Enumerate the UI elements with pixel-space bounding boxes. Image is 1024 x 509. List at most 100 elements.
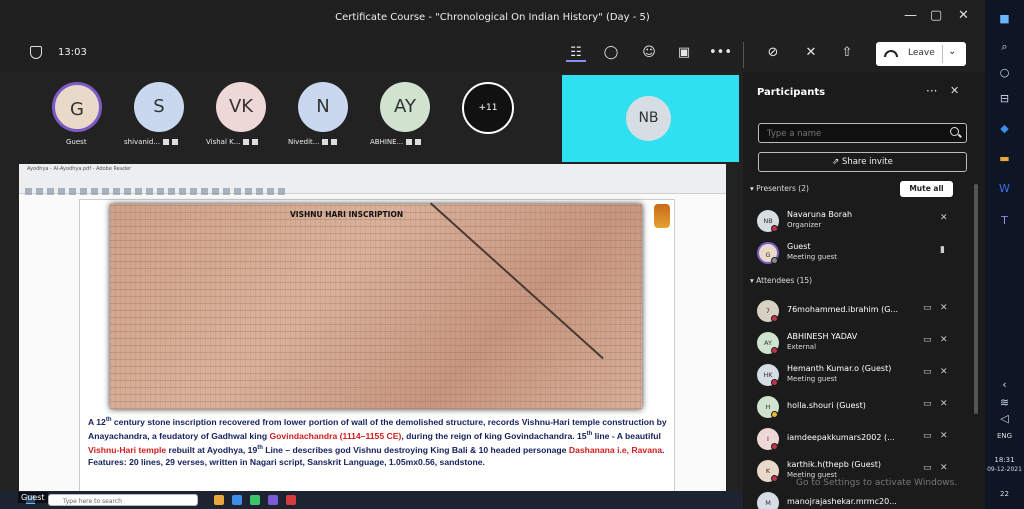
camera-off-icon: ▭	[923, 303, 932, 313]
window-title: Certificate Course - "Chronological On I…	[335, 12, 650, 23]
participant-role: Meeting guest	[787, 253, 838, 261]
taskbar-search: Type here to search	[48, 494, 198, 506]
desc-highlight: Govindachandra (1114–1155 CE)	[269, 430, 402, 441]
clock-time[interactable]: 18:31	[985, 456, 1024, 464]
status-dot	[771, 475, 778, 482]
attendees-label: Attendees (15)	[756, 276, 813, 285]
avatar: AY	[380, 82, 430, 132]
chevron-down-icon[interactable]: ⌄	[948, 46, 956, 57]
desc-text: , during the reign of king Govindachandr…	[401, 430, 587, 441]
participant-tile[interactable]: N	[298, 82, 348, 132]
participant-row[interactable]: 7 76mohammed.ibrahim (G... ▭ ✕	[757, 298, 967, 328]
participant-name: manojrajashekar.mrmc20...	[787, 497, 897, 506]
windows-start-icon[interactable]: ■	[997, 12, 1012, 26]
attendees-section[interactable]: ▾ Attendees (15)	[750, 276, 812, 285]
inscription-description: A 12th century stone inscription recover…	[88, 414, 668, 468]
mute-all-button[interactable]: Mute all	[900, 181, 953, 197]
leave-label: Leave	[908, 48, 935, 58]
reactions-icon[interactable]: ☺	[639, 44, 659, 62]
chat-icon[interactable]: ◯	[601, 44, 621, 62]
participant-row[interactable]: H holla.shouri (Guest) ▭ ✕	[757, 394, 967, 424]
leave-button[interactable]: Leave ⌄	[876, 42, 966, 66]
status-dot	[771, 257, 778, 264]
edge-icon[interactable]: ◆	[997, 122, 1012, 136]
mic-off-icon: ✕	[940, 303, 948, 313]
avatar: VK	[216, 82, 266, 132]
participant-caption: Vishal K...	[206, 138, 259, 146]
volume-icon[interactable]: ◁	[997, 412, 1012, 426]
meeting-time: 13:03	[58, 47, 87, 58]
mic-off-icon[interactable]: ✕	[801, 44, 821, 62]
reader-tools	[25, 180, 625, 195]
teams-icon[interactable]: T	[997, 214, 1012, 228]
inscription-title: VISHNU HARI INSCRIPTION	[290, 210, 404, 219]
task-view-icon[interactable]: ⊟	[997, 92, 1012, 106]
avatar: M	[757, 492, 779, 509]
teams-meeting-window: Certificate Course - "Chronological On I…	[0, 0, 1024, 509]
camera-off-icon: ▭	[923, 367, 932, 377]
participant-tile[interactable]: S	[134, 82, 184, 132]
participant-tile[interactable]: AY	[380, 82, 430, 132]
panel-scrollbar[interactable]	[974, 184, 978, 414]
close-icon[interactable]: ✕	[950, 84, 959, 97]
rooms-icon[interactable]: ▣	[674, 44, 694, 62]
more-options-icon[interactable]: ···	[926, 84, 937, 98]
people-icon[interactable]: ☷	[566, 44, 586, 62]
camera-off-icon[interactable]: ⊘	[763, 44, 783, 62]
word-icon[interactable]: W	[997, 182, 1012, 196]
participant-name: holla.shouri (Guest)	[787, 401, 866, 410]
mic-off-icon	[331, 139, 338, 145]
participant-caption: shivanid...	[124, 138, 178, 146]
participant-row[interactable]: I iamdeepakkumars2002 (... ▭ ✕	[757, 426, 967, 456]
participants-panel: Participants ··· ✕ ⇗ Share invite ▾ Pres…	[744, 72, 985, 509]
more-icon[interactable]: •••	[709, 44, 732, 62]
shared-screen: Ayodhya - Al-Ayodhya.pdf - Adobe Reader …	[19, 164, 726, 509]
close-button[interactable]: ✕	[958, 8, 969, 23]
network-icon[interactable]: ≋	[997, 396, 1012, 410]
search-input[interactable]	[767, 127, 937, 140]
minimize-button[interactable]: —	[904, 8, 917, 23]
spotlight-tile[interactable]: NB	[562, 75, 739, 162]
cortana-icon[interactable]: ○	[997, 66, 1012, 80]
participant-row[interactable]: M manojrajashekar.mrmc20...	[757, 490, 967, 509]
participant-row[interactable]: G Guest Meeting guest ▮	[757, 240, 967, 270]
mic-off-icon: ✕	[940, 335, 948, 345]
clock-date[interactable]: 09-12-2021	[985, 466, 1024, 473]
shared-taskbar: Type here to search	[0, 491, 743, 509]
pdf-page: VISHNU HARI INSCRIPTION A 12th century s…	[79, 199, 675, 504]
presenters-label: Presenters (2)	[756, 184, 809, 193]
participant-row[interactable]: AY ABHINESH YADAV External ▭ ✕	[757, 330, 967, 360]
edge-icon	[232, 495, 242, 505]
share-invite-label: Share invite	[841, 157, 893, 167]
participant-search[interactable]	[758, 123, 967, 143]
stone-crack	[430, 202, 604, 360]
language-indicator[interactable]: ENG	[985, 432, 1024, 440]
search-icon[interactable]: ⌕	[997, 40, 1012, 54]
participant-row[interactable]: HK Hemanth Kumar.o (Guest) Meeting guest…	[757, 362, 967, 392]
chevron-left-icon[interactable]: ‹	[997, 378, 1012, 392]
participant-tile[interactable]: G	[52, 82, 102, 132]
notification-count[interactable]: 22	[985, 490, 1024, 498]
pdf-reader-toolbar: Ayodhya - Al-Ayodhya.pdf - Adobe Reader	[19, 164, 726, 195]
folder-icon[interactable]: ▬	[997, 152, 1012, 166]
share-invite-button[interactable]: ⇗ Share invite	[758, 152, 967, 172]
participant-row[interactable]: NB Navaruna Borah Organizer ✕	[757, 208, 967, 238]
participant-tile[interactable]: VK	[216, 82, 266, 132]
maximize-button[interactable]: ▢	[930, 8, 942, 23]
mic-off-icon: ✕	[940, 213, 948, 223]
idol-image	[654, 204, 670, 228]
participant-name: shivanid...	[124, 138, 160, 146]
participant-name: karthik.h(thepb (Guest)	[787, 460, 882, 469]
overflow-participants-button[interactable]: +11	[462, 82, 514, 134]
participant-name: 76mohammed.ibrahim (G...	[787, 305, 899, 314]
status-dot	[771, 443, 778, 450]
mic-off-icon: ✕	[940, 463, 948, 473]
desktop-taskbar: ■ ⌕ ○ ⊟ ◆ ▬ W T ‹ ≋ ◁ ENG 18:31 09-12-20…	[985, 0, 1024, 509]
mic-off-icon	[171, 139, 178, 145]
participant-name: Nivedit...	[288, 138, 320, 146]
share-icon[interactable]: ⇧	[837, 44, 857, 62]
participant-caption: Nivedit...	[288, 138, 338, 146]
folder-icon	[214, 495, 224, 505]
presenters-section[interactable]: ▾ Presenters (2)	[750, 184, 809, 193]
participant-name: Vishal K...	[206, 138, 241, 146]
